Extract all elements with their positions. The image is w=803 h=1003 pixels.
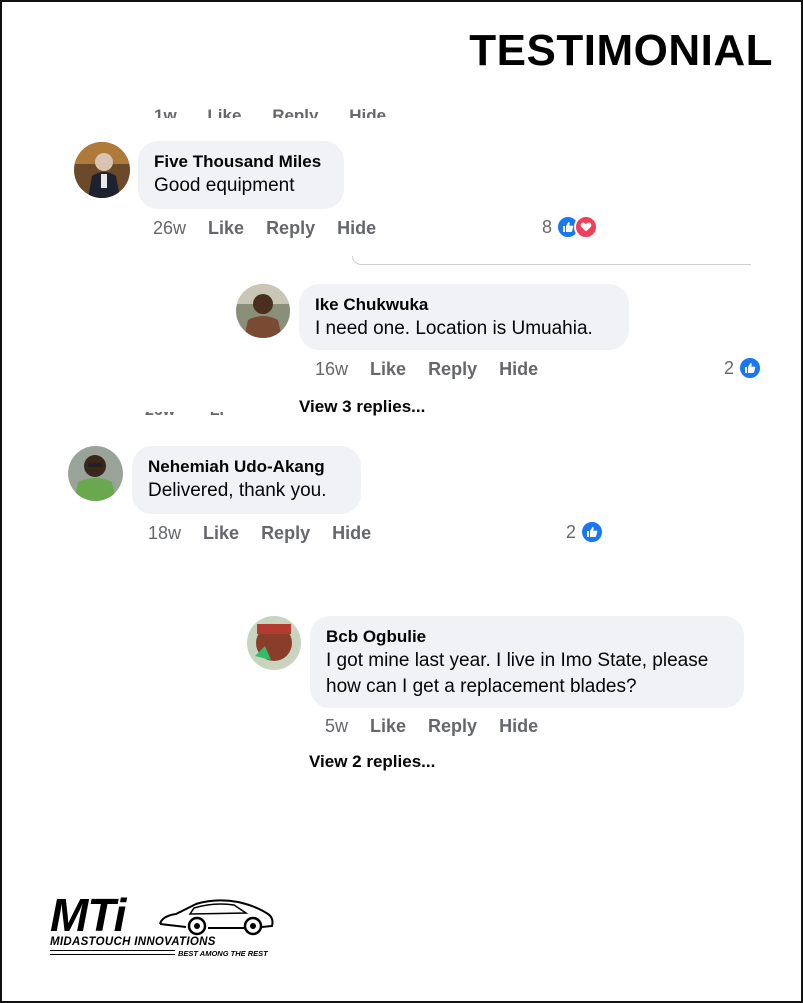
- avatar[interactable]: [68, 446, 123, 501]
- clipped-hide[interactable]: Hide: [349, 106, 386, 118]
- reply-button[interactable]: Reply: [428, 716, 477, 737]
- comment-time[interactable]: 18w: [148, 523, 181, 544]
- comment-time[interactable]: 16w: [315, 359, 348, 380]
- clipped-time: 26w: [145, 412, 175, 419]
- heart-icon: [574, 215, 599, 239]
- thread-connector: [352, 256, 751, 265]
- clipped-reply[interactable]: Reply: [272, 106, 318, 118]
- comment-author[interactable]: Bcb Ogbulie: [326, 626, 728, 648]
- comment-author[interactable]: Five Thousand Miles: [154, 151, 328, 173]
- clipped-like[interactable]: Like: [207, 106, 241, 118]
- logo-company-name: MIDASTOUCH INNOVATIONS: [50, 936, 216, 948]
- logo-rule: [50, 950, 175, 951]
- reaction-count: 8: [542, 216, 553, 237]
- logo-tagline: BEST AMONG THE REST: [178, 949, 268, 958]
- avatar[interactable]: [236, 284, 290, 338]
- comment-text: Good equipment: [154, 175, 295, 196]
- like-button[interactable]: Like: [208, 218, 244, 239]
- reaction-summary[interactable]: 2: [724, 356, 763, 380]
- clipped-actions-row: 1w Like Reply Hide: [154, 100, 412, 118]
- comment-text-line-2: how can I get a replacement blades?: [326, 676, 637, 697]
- clipped-like[interactable]: Li: [210, 412, 224, 419]
- avatar[interactable]: [74, 142, 130, 198]
- thumbs-up-icon: [580, 520, 605, 544]
- logo-rule: [50, 954, 175, 955]
- comment-text: Delivered, thank you.: [148, 480, 327, 501]
- comment-bubble: Bcb Ogbulie I got mine last year. I live…: [310, 616, 744, 708]
- comment-actions: 16w Like Reply Hide: [315, 359, 560, 380]
- clipped-time: 1w: [154, 106, 177, 118]
- car-icon: [159, 899, 274, 936]
- comment-bubble: Five Thousand Miles Good equipment: [138, 141, 344, 209]
- reaction-count: 2: [566, 521, 577, 542]
- comment-actions: 5w Like Reply Hide: [325, 716, 560, 737]
- reaction-summary[interactable]: 8: [542, 215, 599, 239]
- comment-actions: 18w Like Reply Hide: [148, 523, 393, 544]
- page-title: TESTIMONIAL: [469, 26, 773, 75]
- hide-button[interactable]: Hide: [499, 359, 538, 380]
- comment-bubble: Nehemiah Udo-Akang Delivered, thank you.: [132, 446, 361, 514]
- like-button[interactable]: Like: [370, 359, 406, 380]
- reaction-summary[interactable]: 2: [566, 520, 605, 544]
- comment-author[interactable]: Nehemiah Udo-Akang: [148, 456, 345, 478]
- avatar[interactable]: [247, 616, 301, 670]
- thumbs-up-icon: [738, 356, 763, 380]
- clipped-actions-row: 26w Li: [145, 412, 254, 422]
- reply-button[interactable]: Reply: [428, 359, 477, 380]
- hide-button[interactable]: Hide: [499, 716, 538, 737]
- comment-time[interactable]: 26w: [153, 218, 186, 239]
- comment-actions: 26w Like Reply Hide: [153, 218, 398, 239]
- comment-text: I need one. Location is Umuahia.: [315, 318, 593, 339]
- view-replies-link[interactable]: View 2 replies...: [309, 752, 435, 772]
- reply-button[interactable]: Reply: [261, 523, 310, 544]
- reaction-count: 2: [724, 357, 735, 378]
- mti-logo: MTi MIDASTOUCH INNOVATIONS BEST AMONG TH…: [50, 888, 280, 963]
- comment-text-line-1: I got mine last year. I live in Imo Stat…: [326, 650, 709, 671]
- like-button[interactable]: Like: [203, 523, 239, 544]
- like-button[interactable]: Like: [370, 716, 406, 737]
- reply-button[interactable]: Reply: [266, 218, 315, 239]
- comment-bubble: Ike Chukwuka I need one. Location is Umu…: [299, 284, 629, 350]
- logo-mark: MTi: [50, 889, 126, 941]
- hide-button[interactable]: Hide: [337, 218, 376, 239]
- comment-author[interactable]: Ike Chukwuka: [315, 294, 613, 316]
- hide-button[interactable]: Hide: [332, 523, 371, 544]
- comment-time[interactable]: 5w: [325, 716, 348, 737]
- view-replies-link[interactable]: View 3 replies...: [299, 397, 425, 417]
